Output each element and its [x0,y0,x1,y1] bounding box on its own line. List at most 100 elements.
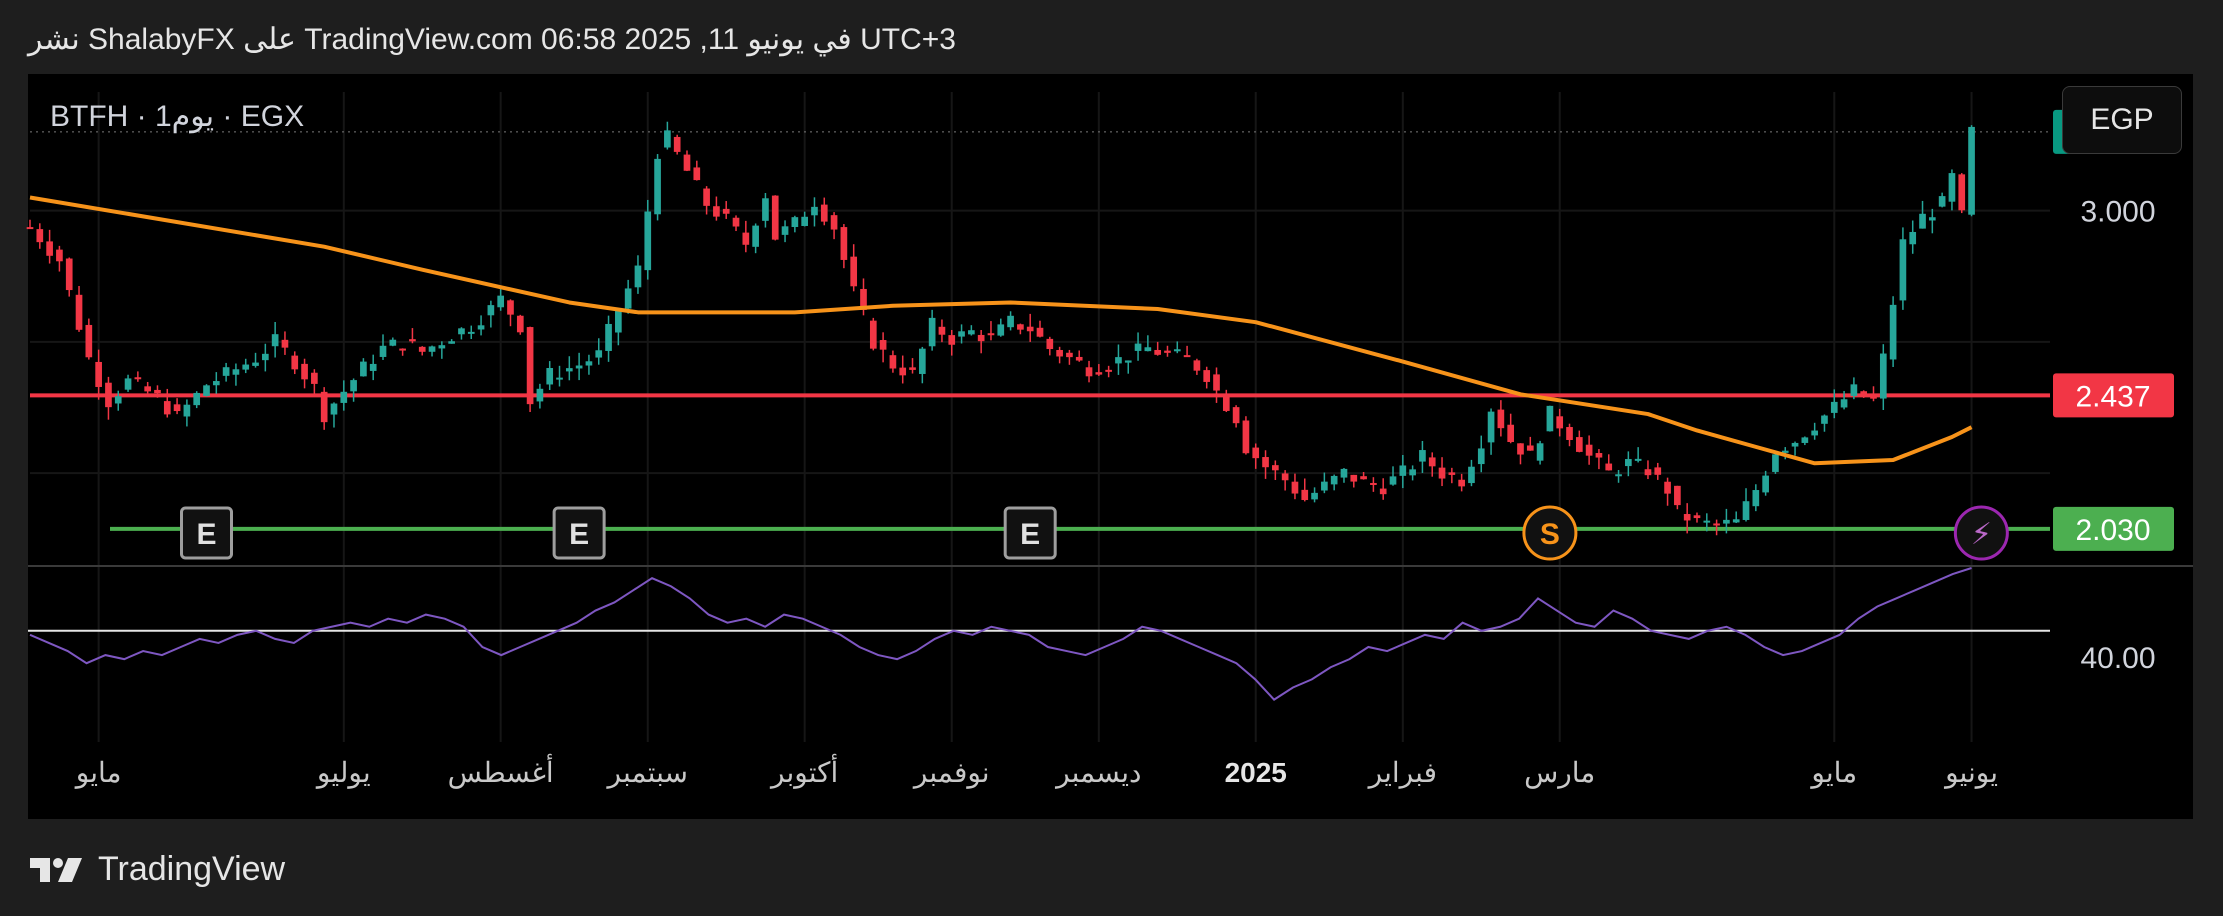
candle-body [379,345,387,357]
x-axis-label: يوليو [315,757,371,789]
candle-body [1575,437,1583,452]
x-axis-label: نوفمبر [912,757,990,789]
candle-body [114,396,122,404]
candle-body [1075,356,1083,361]
candle-body [1625,459,1632,467]
candle-body [85,324,93,358]
candle-body [1291,481,1299,494]
candle-body [389,339,397,346]
candle-body [36,229,44,243]
candle-body [271,334,279,347]
price-tick-label: 3.000 [2080,196,2155,229]
candle-body [1517,443,1524,455]
candle-body [144,386,152,392]
candle-body [1222,394,1230,411]
x-axis-label: ديسمبر [1054,757,1141,789]
lightning-marker-label: ⚡ [1971,517,1992,552]
candle-body [948,335,956,345]
candle-body [713,206,720,217]
candle-body [46,241,53,256]
candle-body [664,130,671,148]
candle-body [1232,407,1240,424]
candle-body [320,391,328,423]
candle-body [879,340,887,350]
candle-body [556,377,563,380]
candle-body [977,334,985,342]
tradingview-logo-icon [30,857,82,882]
tradingview-brand[interactable]: TradingView [28,850,285,889]
candle-body [1056,349,1063,357]
candle-body [1585,444,1593,456]
currency-button[interactable]: EGP [2062,86,2182,154]
candle-body [409,339,416,342]
candle-body [1448,472,1456,475]
candle-body [938,326,946,335]
candle-body [75,294,83,330]
candle-body [1007,315,1014,328]
x-axis-label: فبراير [1367,757,1437,789]
candle-body [1860,391,1868,397]
candle-body [477,325,485,330]
candle-body [252,362,259,366]
candle-body [1536,443,1544,461]
candle-body [762,198,769,221]
candle-body [1164,350,1171,353]
candle-body [1085,367,1093,377]
candle-body [958,331,965,337]
candle-body [1321,481,1328,491]
candle-body [1252,447,1260,459]
candle-body [644,211,652,271]
candle-body [1213,374,1220,391]
candle-body [1840,399,1848,408]
candle-body [183,404,191,417]
candle-body [1654,467,1662,475]
candle-body [1340,468,1348,478]
candle-body [918,348,926,374]
candle-body [458,328,465,335]
candle-body [801,216,808,226]
candle-body [1428,457,1436,467]
candle-body [624,288,632,309]
candle-body [693,167,701,181]
candle-body [928,317,936,347]
candle-body [1830,401,1838,413]
candle-body [654,158,661,215]
candle-body [173,404,181,412]
candle-body [536,388,544,402]
earnings-marker-label: E [196,518,216,551]
candle-body [65,258,73,291]
support-label: 2.030 [2075,514,2150,547]
candle-body [703,188,710,206]
candle-body [428,346,436,352]
candle-body [1046,338,1054,350]
candle-body [1556,416,1564,429]
candle-body [1664,481,1671,494]
candle-body [1742,501,1750,520]
candle-body [1752,490,1760,507]
candle-body [134,377,142,380]
candle-body [968,330,975,335]
rsi-line [29,567,1972,701]
candle-body [615,310,622,333]
candle-body [203,385,210,396]
candle-body [56,249,63,262]
price-chart-svg[interactable]: 3.00040.003.2402.4372.030EEES⚡مايويوليوأ… [0,0,2223,916]
candle-body [1477,448,1485,465]
candle-body [1526,445,1534,451]
candle-body [487,305,495,316]
candle-body [1546,405,1554,432]
candle-body [1193,360,1201,371]
candle-body [595,350,603,358]
candle-body [193,392,201,406]
candle-body [1732,519,1740,523]
candle-body [350,380,357,392]
candle-body [1301,489,1309,501]
earnings-marker-label: E [569,518,589,551]
candle-body [301,363,308,380]
candle-body [1105,369,1112,372]
candle-body [507,300,514,315]
x-axis-label: مايو [74,757,122,789]
candle-body [1674,485,1681,506]
candle-body [26,227,34,230]
candle-body [311,372,318,384]
